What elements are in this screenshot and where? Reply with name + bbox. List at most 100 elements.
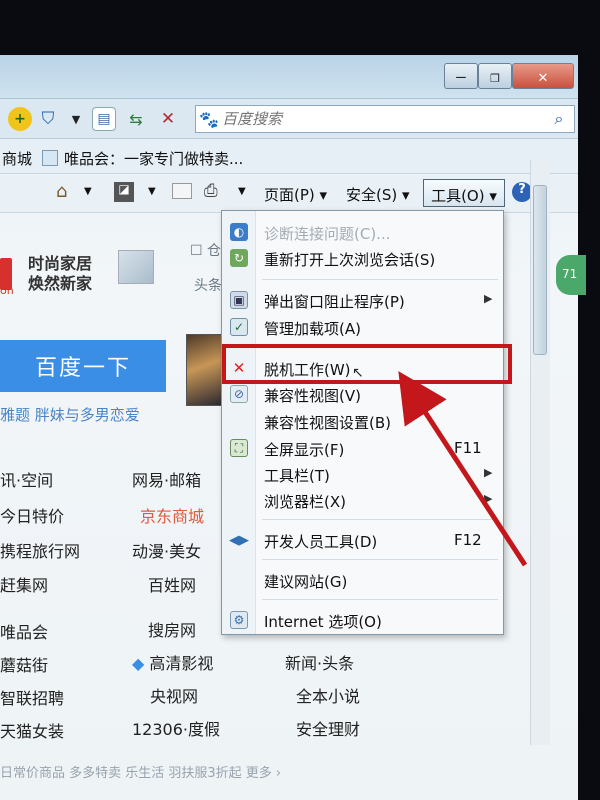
address-toolbar: + ⛉ ▼ ▤ ⇆ ✕ 🐾 ⌕ <box>0 99 578 139</box>
site-link[interactable]: 网易·邮箱 <box>132 467 201 491</box>
search-icon[interactable]: ⌕ <box>544 109 574 129</box>
command-bar: ⌂ ▼ ◪ ▼ ⎙ ▼ 页面(P) ▾ 安全(S) ▾ 工具(O) ▾ ? ▼ <box>0 175 578 213</box>
chevron-down-icon[interactable]: ▼ <box>84 186 92 197</box>
site-link[interactable]: 天猫女装 <box>0 718 64 742</box>
site-link[interactable]: 央视网 <box>150 683 198 707</box>
site-link[interactable]: 百姓网 <box>148 572 196 596</box>
chevron-down-icon[interactable]: ▼ <box>148 186 156 197</box>
mail-icon[interactable] <box>172 183 192 199</box>
highlight-box <box>222 344 512 384</box>
promo-banner[interactable]: 时尚家居 焕然新家 <box>28 254 92 294</box>
site-link[interactable]: 讯·空间 <box>0 467 53 491</box>
feeds-icon[interactable]: ◪ <box>114 182 134 202</box>
dev-tools-icon: ◀▶ <box>229 532 249 548</box>
site-link[interactable]: 蘑菇街 <box>0 652 48 676</box>
menu-item-manage-addons[interactable]: ✓ 管理加载项(A) <box>222 314 503 340</box>
site-link[interactable]: ◆ 高清影视 <box>132 650 213 674</box>
popup-blocker-icon: ▣ <box>230 291 248 309</box>
site-link-label: 高清影视 <box>149 654 214 673</box>
menu-item-label: Internet 选项(O) <box>264 613 382 631</box>
menu-item-label: 兼容性视图设置(B) <box>264 414 391 432</box>
menu-item-compat-view-settings[interactable]: 兼容性视图设置(B) <box>222 408 503 434</box>
stop-icon[interactable]: ✕ <box>156 107 180 131</box>
shield-icon[interactable]: ⛉ <box>36 107 60 131</box>
video-icon: ◆ <box>132 654 145 673</box>
favorites-bar: 商城 唯品会：一家专门做特卖... <box>0 140 578 174</box>
tools-menu-button[interactable]: 工具(O) ▾ <box>423 179 505 207</box>
compat-icon[interactable]: + <box>8 107 32 131</box>
favorite-link[interactable]: 商城 <box>2 148 32 169</box>
search-input[interactable] <box>222 110 544 128</box>
menu-item-shortcut: F12 <box>454 531 482 549</box>
site-link[interactable]: 12306·度假 <box>132 716 220 740</box>
menu-item-label: 全屏显示(F) <box>264 441 345 459</box>
site-link[interactable]: 京东商城 <box>140 503 204 527</box>
site-link[interactable]: 今日特价 <box>0 503 64 527</box>
menu-item-suggested-sites[interactable]: 建议网站(G) <box>222 567 503 593</box>
menu-item-internet-options[interactable]: ⚙ Internet 选项(O) <box>222 607 503 633</box>
game-thumbnail[interactable] <box>186 334 222 406</box>
home-icon[interactable]: ⌂ <box>56 181 67 202</box>
page-menu-button[interactable]: 页面(P) ▾ <box>264 184 327 205</box>
menu-item-label: 管理加载项(A) <box>264 320 361 338</box>
site-link[interactable]: 唯品会 <box>0 619 48 643</box>
baidu-search-button[interactable]: 百度一下 <box>0 340 166 392</box>
menu-item-label: 重新打开上次浏览会话(S) <box>264 251 436 269</box>
menu-item-label: 诊断连接问题(C)... <box>264 225 391 243</box>
menu-item-label: 工具栏(T) <box>264 467 330 485</box>
page-icon <box>42 150 58 166</box>
brand-small-text: on <box>0 284 14 297</box>
submenu-arrow-icon: ▶ <box>484 492 493 505</box>
menu-item-compat-view[interactable]: ⊘ 兼容性视图(V) <box>222 381 503 407</box>
submenu-arrow-icon: ▶ <box>484 292 493 305</box>
menu-item-dev-tools[interactable]: ◀▶ 开发人员工具(D) F12 <box>222 527 503 553</box>
print-icon[interactable]: ⎙ <box>204 181 218 201</box>
site-link[interactable]: 动漫·美女 <box>132 538 201 562</box>
promo-line-1: 时尚家居 <box>28 254 93 273</box>
addons-icon: ✓ <box>230 318 248 336</box>
chevron-down-icon[interactable]: ▼ <box>238 186 246 197</box>
page-icon[interactable]: ▤ <box>92 107 116 131</box>
maximize-button[interactable]: ❐ <box>478 63 512 89</box>
menu-item-label: 兼容性视图(V) <box>264 387 361 405</box>
site-link[interactable]: 携程旅行网 <box>0 538 80 562</box>
refresh-icon[interactable]: ⇆ <box>124 107 148 131</box>
site-link[interactable]: 搜房网 <box>148 617 196 641</box>
menu-item-diagnose: ◐ 诊断连接问题(C)... <box>222 219 503 245</box>
menu-separator <box>262 559 498 560</box>
compat-view-icon: ⊘ <box>230 385 248 403</box>
menu-separator <box>262 599 498 600</box>
submenu-arrow-icon: ▶ <box>484 466 493 479</box>
menu-item-label: 弹出窗口阻止程序(P) <box>264 293 405 311</box>
site-link[interactable]: 智联招聘 <box>0 685 64 709</box>
menu-item-explorer-bars[interactable]: 浏览器栏(X) ▶ <box>222 487 503 513</box>
site-link[interactable]: 赶集网 <box>0 572 48 596</box>
menu-item-label: 建议网站(G) <box>264 573 348 591</box>
safety-menu-button[interactable]: 安全(S) ▾ <box>346 184 410 205</box>
promo-image[interactable] <box>118 250 154 284</box>
chevron-down-icon[interactable]: ▼ <box>64 107 88 131</box>
side-link[interactable]: ☐ 仓 <box>190 240 221 260</box>
category-links[interactable]: 日常价商品 多多特卖 乐生活 羽扶服3折起 更多 › <box>0 762 281 781</box>
side-badge[interactable]: 71 <box>556 255 586 295</box>
tools-dropdown-menu: ◐ 诊断连接问题(C)... ↻ 重新打开上次浏览会话(S) ▣ 弹出窗口阻止程… <box>221 210 504 635</box>
favorite-link[interactable]: 唯品会：一家专门做特卖... <box>64 148 243 169</box>
site-link[interactable]: 安全理财 <box>296 716 360 740</box>
search-box[interactable]: 🐾 ⌕ <box>195 105 575 133</box>
close-button[interactable]: ✕ <box>512 63 574 89</box>
hot-search-links[interactable]: 雅题 胖妹与多男恋爱 <box>0 404 140 425</box>
scrollbar-thumb[interactable] <box>533 185 547 355</box>
site-link[interactable]: 新闻·头条 <box>285 650 354 674</box>
minimize-button[interactable]: — <box>444 63 478 89</box>
menu-item-toolbars[interactable]: 工具栏(T) ▶ <box>222 461 503 487</box>
menu-item-fullscreen[interactable]: ⛶ 全屏显示(F) F11 <box>222 435 503 461</box>
site-link[interactable]: 全本小说 <box>296 683 360 707</box>
help-icon[interactable]: ? <box>512 182 532 202</box>
menu-item-shortcut: F11 <box>454 439 482 457</box>
reopen-session-icon: ↻ <box>230 249 248 267</box>
side-link[interactable]: 头条 <box>194 275 222 295</box>
menu-item-reopen-session[interactable]: ↻ 重新打开上次浏览会话(S) <box>222 245 503 271</box>
menu-item-popup-blocker[interactable]: ▣ 弹出窗口阻止程序(P) ▶ <box>222 287 503 313</box>
promo-line-2: 焕然新家 <box>28 274 93 293</box>
title-bar: — ❐ ✕ <box>0 55 578 99</box>
